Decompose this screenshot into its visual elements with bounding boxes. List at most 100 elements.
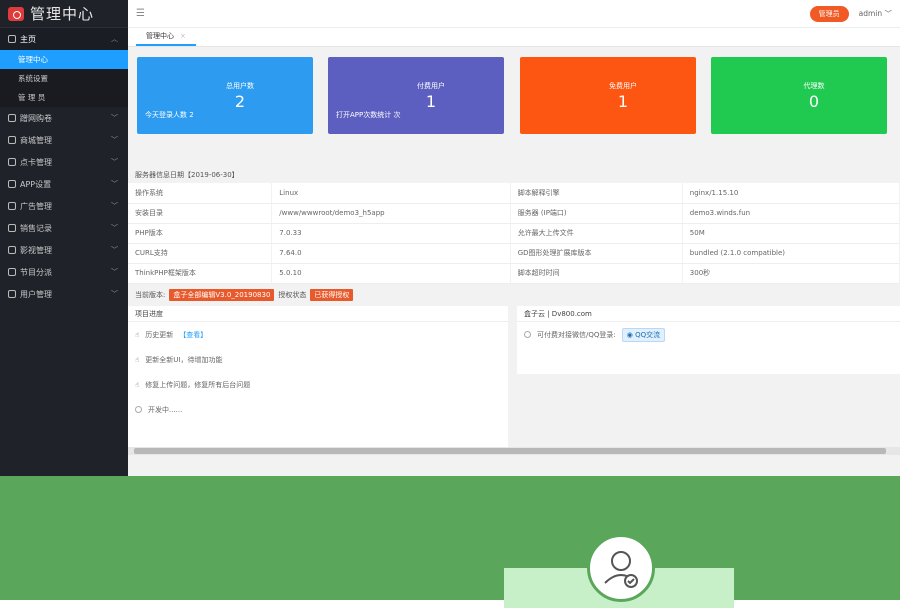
list-item-text: 开发中......: [148, 405, 183, 414]
list-item-text: 可付费对接微信/QQ登录:: [537, 330, 616, 339]
chevron-down-icon: ﹀: [111, 246, 118, 254]
hand-icon: ☝: [135, 330, 140, 339]
sidebar-group-8[interactable]: 节目分派 ﹀: [0, 261, 128, 283]
background-panel: [0, 476, 900, 608]
qq-icon: ◉: [626, 330, 633, 339]
user-icon: [8, 290, 16, 298]
username: admin: [858, 9, 883, 18]
logo-icon: [8, 6, 24, 21]
hand-icon: ☝: [135, 355, 140, 364]
topbar: ☰ 管理员 admin ﹀: [128, 0, 900, 28]
server-info-table: 操作系统 Linux 脚本解释引擎 nginx/1.15.10 安装目录 /ww…: [128, 183, 900, 284]
sidebar-group-6[interactable]: 销售记录 ﹀: [0, 217, 128, 239]
hand-icon: ☝: [135, 380, 140, 389]
chevron-down-icon: ﹀: [111, 158, 118, 166]
progress-panel: 项目进度 ☝ 历史更新 【查看】 ☝ 更新全新UI，待增加功能 ☝ 修复上传问题…: [128, 306, 508, 449]
list-item: ☝ 更新全新UI，待增加功能: [128, 347, 508, 372]
server-info-title: 服务器信息日期【2019-06-30】: [135, 171, 239, 179]
home-icon: [8, 35, 16, 43]
table-cell: 操作系统: [128, 183, 273, 204]
sidebar-group-5[interactable]: 广告管理 ﹀: [0, 195, 128, 217]
sidebar-group-7[interactable]: 影视管理 ﹀: [0, 239, 128, 261]
close-icon[interactable]: ×: [180, 32, 186, 40]
table-cell: 5.0.10: [271, 263, 511, 284]
sidebar-group-label: 主页: [20, 34, 36, 44]
table-row: PHP版本 7.0.33 允许最大上传文件 50M: [128, 223, 900, 244]
list-item-text: 修复上传问题，修复所有后台问题: [145, 380, 251, 389]
table-row: ThinkPHP框架版本 5.0.10 脚本超时时间 300秒: [128, 263, 900, 284]
sidebar-group-label: APP设置: [20, 179, 52, 189]
user-check-icon: [604, 551, 638, 588]
tab-admin-center[interactable]: 管理中心 ×: [136, 28, 196, 46]
sidebar-item-settings[interactable]: 系统设置: [0, 69, 128, 88]
menu-icon: [8, 268, 16, 276]
list-item-text: 历史更新: [145, 330, 174, 339]
sidebar-group-9[interactable]: 用户管理 ﹀: [0, 283, 128, 305]
logo: 管理中心: [0, 0, 128, 28]
chevron-down-icon: ﹀: [111, 202, 118, 210]
card-title: 免费用户: [609, 82, 637, 90]
tab-label: 管理中心: [146, 32, 174, 40]
sidebar-item-admin-center[interactable]: 管理中心: [0, 50, 128, 69]
role-button[interactable]: 管理员: [809, 5, 849, 22]
menu-icon: [8, 224, 16, 232]
sidebar-group-label: 节目分派: [20, 267, 52, 277]
version-badge: 盒子全部编辑V3.0_20190830: [169, 289, 275, 301]
table-cell: GD图形处理扩展库版本: [510, 243, 683, 264]
horizontal-scrollbar[interactable]: [128, 447, 900, 455]
app-title: 管理中心: [30, 5, 95, 23]
chevron-down-icon: ﹀: [111, 136, 118, 144]
table-cell: PHP版本: [128, 223, 273, 244]
sidebar-group-label: 销售记录: [20, 223, 52, 233]
auth-badge: 已获得授权: [310, 289, 354, 301]
sidebar: 管理中心 主页 ︿ 管理中心 系统设置 管 理 员 蹭网购卷 ﹀ 商城管理 ﹀ 点卡…: [0, 0, 128, 476]
table-cell: 脚本超时时间: [510, 263, 683, 284]
sidebar-group-4[interactable]: APP设置 ﹀: [0, 173, 128, 195]
circle-icon: [524, 331, 531, 338]
table-cell: 安装目录: [128, 203, 273, 224]
table-cell: 300秒: [682, 263, 900, 284]
card-extra: 打开APP次数统计 次: [336, 111, 401, 119]
user-menu[interactable]: admin ﹀: [859, 8, 892, 19]
table-cell: /www/wwwroot/demo3_h5app: [271, 203, 511, 224]
chevron-down-icon: ﹀: [884, 9, 893, 18]
panel-title: 盒子云 | Dv800.com: [517, 306, 900, 322]
table-cell: CURL支持: [128, 243, 273, 264]
card-value: 1: [425, 92, 437, 111]
chevron-up-icon: ︿: [111, 35, 118, 43]
sidebar-group-label: 影视管理: [20, 245, 52, 255]
sidebar-group-1[interactable]: 蹭网购卷 ﹀: [0, 107, 128, 129]
avatar: [587, 534, 655, 602]
table-cell: 服务器 (IP端口): [510, 203, 683, 224]
sidebar-item-admins[interactable]: 管 理 员: [0, 88, 128, 107]
version-label: 当前版本:: [135, 291, 166, 299]
table-cell: bundled (2.1.0 compatible): [682, 243, 900, 264]
list-item-text: 更新全新UI，待增加功能: [145, 355, 223, 364]
sidebar-group-3[interactable]: 点卡管理 ﹀: [0, 151, 128, 173]
stat-card-total-users: 总用户数 2 今天登录人数 2: [137, 57, 313, 134]
qq-button[interactable]: ◉ QQ交流: [621, 327, 666, 342]
table-cell: 脚本解释引擎: [510, 183, 683, 204]
table-row: 操作系统 Linux 脚本解释引擎 nginx/1.15.10: [128, 183, 900, 204]
menu-toggle-icon[interactable]: ☰: [136, 8, 145, 19]
sidebar-group-home[interactable]: 主页 ︿: [0, 28, 128, 50]
card-value: 2: [234, 92, 246, 111]
table-cell: ThinkPHP框架版本: [128, 263, 273, 284]
chevron-down-icon: ﹀: [111, 224, 118, 232]
scrollbar-thumb[interactable]: [134, 448, 886, 454]
version-row: 当前版本: 盒子全部编辑V3.0_20190830 授权状态 已获得授权: [135, 289, 354, 301]
menu-icon: [8, 246, 16, 254]
stat-card-agents: 代理数 0: [711, 57, 887, 134]
view-history-link[interactable]: 【查看】: [179, 330, 207, 340]
circle-icon: [135, 406, 142, 413]
sidebar-group-label: 商城管理: [20, 135, 52, 145]
table-cell: demo3.winds.fun: [682, 203, 900, 224]
table-cell: 7.0.33: [271, 223, 511, 244]
card-title: 总用户数: [226, 82, 254, 90]
menu-icon: [8, 180, 16, 188]
sidebar-group-label: 用户管理: [20, 289, 52, 299]
menu-icon: [8, 202, 16, 210]
sidebar-group-label: 蹭网购卷: [20, 113, 52, 123]
sidebar-group-2[interactable]: 商城管理 ﹀: [0, 129, 128, 151]
card-title: 付费用户: [417, 82, 445, 90]
